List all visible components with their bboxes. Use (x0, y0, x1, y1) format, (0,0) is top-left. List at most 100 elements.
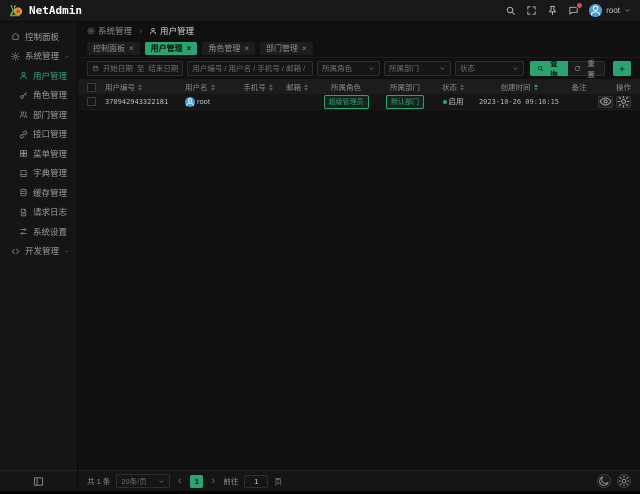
table-header: 用户编号 用户名 手机号 邮箱 所属角色 (78, 80, 640, 94)
snail-logo-icon (9, 3, 24, 18)
chevron-up-icon (64, 53, 70, 60)
sidebar-item-apis[interactable]: 接口管理 (0, 125, 77, 145)
reset-button-label: 重置 (584, 58, 599, 80)
gear-icon (87, 27, 95, 35)
search-button[interactable]: 查询 (530, 61, 568, 76)
goto-page-input[interactable] (244, 475, 268, 488)
column-header-actions: 操作 (593, 82, 631, 93)
department-select[interactable]: 所属部门 (384, 61, 451, 76)
date-end-placeholder: 结束日期 (148, 63, 178, 74)
message-icon[interactable] (568, 5, 579, 16)
breadcrumb-label: 系统管理 (98, 25, 132, 37)
moon-icon (598, 475, 610, 487)
sidebar-item-users[interactable]: 用户管理 (0, 66, 77, 86)
chevron-right-icon (137, 28, 144, 35)
sort-icon (304, 84, 308, 91)
tab-dashboard[interactable]: 控制面板 × (87, 42, 140, 55)
reset-button[interactable]: 重置 (568, 61, 605, 76)
sidebar-item-dashboard[interactable]: 控制面板 (0, 27, 77, 47)
table-empty-area (78, 110, 640, 470)
column-header-username[interactable]: 用户名 (185, 82, 237, 93)
sidebar-collapse-icon[interactable] (33, 476, 44, 487)
sidebar-item-request-logs[interactable]: 请求日志 (0, 203, 77, 223)
gear-icon (618, 475, 630, 487)
status-select-placeholder: 状态 (460, 63, 475, 74)
chevron-down-icon (624, 7, 631, 14)
total-count: 共 1 条 (87, 476, 110, 487)
close-icon[interactable]: × (129, 45, 134, 53)
plus-icon (618, 65, 626, 73)
fullscreen-icon[interactable] (526, 5, 537, 16)
close-icon[interactable]: × (302, 45, 307, 53)
column-header-created[interactable]: 创建时间 (473, 82, 565, 93)
department-badge: 默认部门 (386, 95, 424, 109)
column-header-status[interactable]: 状态 (433, 82, 473, 93)
chevron-down-icon (368, 65, 375, 72)
tab-departments[interactable]: 部门管理 × (260, 42, 313, 55)
status-select[interactable]: 状态 (455, 61, 524, 76)
page-size-value: 20条/页 (121, 476, 146, 487)
calendar-icon (92, 65, 99, 72)
close-icon[interactable]: × (187, 45, 192, 53)
sidebar-item-label: 控制面板 (25, 31, 59, 43)
tab-users[interactable]: 用户管理 × (145, 42, 198, 55)
sidebar-item-dictionaries[interactable]: 字典管理 (0, 164, 77, 184)
search-reset-group: 查询 重置 (530, 61, 606, 76)
tab-bar: 控制面板 × 用户管理 × 角色管理 × 部门管理 × (78, 40, 640, 58)
sidebar-item-system[interactable]: 系统管理 (0, 47, 77, 67)
tab-roles[interactable]: 角色管理 × (202, 42, 255, 55)
app-window: NetAdmin root 控制面板 (0, 0, 640, 491)
next-page-button[interactable] (209, 477, 217, 485)
column-header-user-id[interactable]: 用户编号 (105, 82, 185, 93)
close-icon[interactable]: × (244, 45, 249, 53)
page-unit-label: 页 (274, 476, 282, 487)
date-range-picker[interactable]: 开始日期 至 结束日期 (87, 61, 183, 76)
select-all-checkbox[interactable] (87, 83, 96, 92)
page-size-select[interactable]: 20条/页 (116, 474, 170, 488)
sidebar: 控制面板 系统管理 用户管理 角色管理 部门管理 (0, 22, 78, 491)
date-separator: 至 (137, 63, 145, 74)
sidebar-item-development[interactable]: 开发管理 (0, 242, 77, 262)
table-row[interactable]: 370942943322181 root 超级管理员 默认部门 启用 2023-… (78, 94, 640, 110)
sidebar-item-settings[interactable]: 系统设置 (0, 222, 77, 242)
page-number-button[interactable]: 1 (190, 475, 203, 488)
row-settings-button[interactable] (616, 96, 631, 108)
pin-icon[interactable] (547, 5, 558, 16)
link-icon (19, 130, 28, 139)
user-icon (149, 27, 157, 35)
goto-label: 前往 (223, 476, 238, 487)
sidebar-item-cache[interactable]: 缓存管理 (0, 183, 77, 203)
sidebar-item-menus[interactable]: 菜单管理 (0, 144, 77, 164)
user-menu[interactable]: root (589, 4, 631, 17)
view-row-button[interactable] (598, 96, 613, 108)
gear-icon (11, 52, 20, 61)
column-header-email[interactable]: 邮箱 (279, 82, 315, 93)
sidebar-item-label: 用户管理 (33, 70, 67, 82)
role-select[interactable]: 所属角色 (317, 61, 380, 76)
sidebar-item-label: 菜单管理 (33, 148, 67, 160)
row-checkbox[interactable] (87, 97, 96, 106)
add-user-button[interactable] (613, 61, 631, 76)
settings-button[interactable] (617, 474, 631, 488)
sidebar-item-roles[interactable]: 角色管理 (0, 86, 77, 106)
gear-icon (617, 96, 630, 108)
column-header-department: 所属部门 (377, 82, 433, 93)
avatar (185, 97, 195, 107)
search-icon[interactable] (505, 5, 516, 16)
keyword-input[interactable] (192, 64, 308, 73)
breadcrumb-item-system[interactable]: 系统管理 (87, 25, 132, 37)
breadcrumb-label: 用户管理 (160, 25, 194, 37)
theme-toggle-button[interactable] (597, 474, 611, 488)
prev-page-button[interactable] (176, 477, 184, 485)
refresh-icon (574, 65, 581, 72)
column-header-role: 所属角色 (315, 82, 377, 93)
column-header-remark: 备注 (565, 82, 593, 93)
sidebar-item-departments[interactable]: 部门管理 (0, 105, 77, 125)
notification-badge (576, 2, 583, 9)
column-header-phone[interactable]: 手机号 (237, 82, 279, 93)
file-icon (19, 208, 28, 217)
grid-icon (19, 149, 28, 158)
sort-icon (460, 84, 464, 91)
chevron-down-icon (64, 248, 70, 255)
sidebar-menu: 控制面板 系统管理 用户管理 角色管理 部门管理 (0, 22, 77, 470)
